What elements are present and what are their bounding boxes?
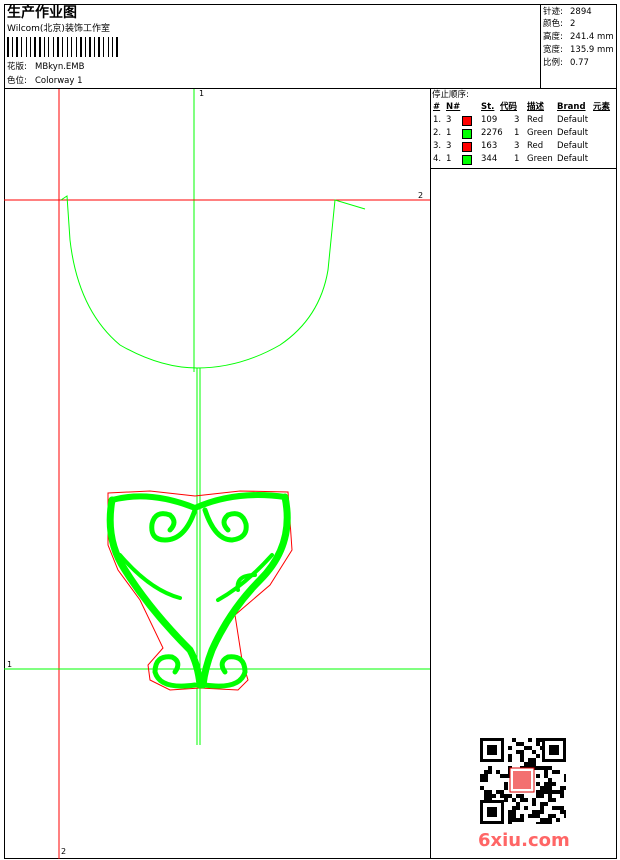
axis-label-vertical-green: 1 bbox=[199, 89, 205, 98]
axis-label-horizontal-red: 2 bbox=[418, 191, 424, 200]
design-canvas bbox=[4, 89, 430, 859]
qr-code-icon bbox=[480, 738, 566, 824]
axis-label-vertical-red: 2 bbox=[61, 847, 67, 856]
axis-label-horizontal-green: 1 bbox=[7, 660, 13, 669]
watermark-site: 6xiu.com bbox=[478, 830, 570, 851]
cup-outline-path bbox=[60, 195, 366, 369]
green-motif bbox=[106, 492, 291, 689]
